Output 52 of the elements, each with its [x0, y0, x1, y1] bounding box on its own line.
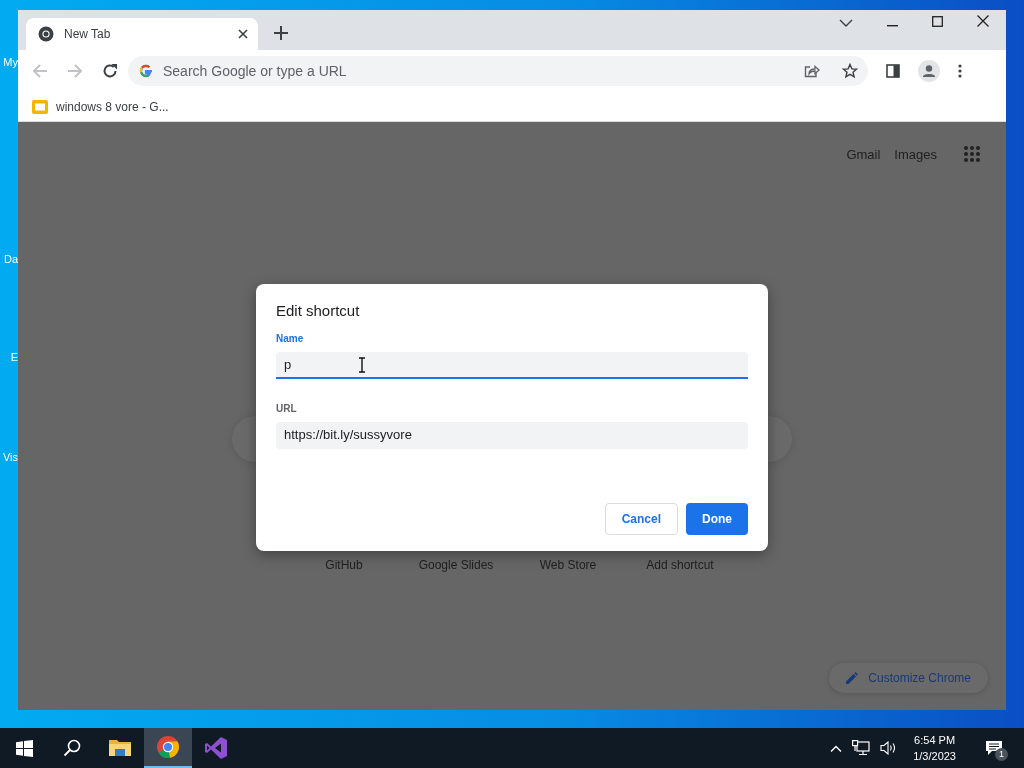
- close-icon[interactable]: [238, 29, 248, 39]
- cancel-button[interactable]: Cancel: [604, 503, 678, 535]
- text-cursor-icon: [358, 357, 366, 373]
- notification-count-badge: 1: [995, 748, 1008, 761]
- volume-icon[interactable]: [880, 741, 898, 755]
- address-bar[interactable]: Search Google or type a URL: [128, 56, 868, 86]
- field-label: URL: [276, 403, 298, 414]
- shortcut-tile-label[interactable]: Web Store: [512, 558, 624, 572]
- minimize-icon[interactable]: [887, 25, 898, 27]
- shortcut-tile-label[interactable]: Add shortcut: [624, 558, 736, 572]
- network-icon[interactable]: [852, 740, 871, 756]
- menu-icon[interactable]: [958, 64, 962, 78]
- reload-icon[interactable]: [102, 63, 118, 79]
- bookmark-item[interactable]: windows 8 vore - G...: [32, 99, 169, 114]
- text-field[interactable]: https://bit.ly/sussyvore: [276, 422, 748, 449]
- dialog-title: Edit shortcut: [276, 302, 361, 319]
- chevron-down-icon[interactable]: [839, 19, 853, 27]
- google-icon: [139, 64, 153, 78]
- text-field[interactable]: p: [276, 352, 748, 379]
- desktop-icon-label[interactable]: E: [10, 351, 18, 364]
- desktop-icon-label[interactable]: Vis: [2, 451, 18, 464]
- done-button[interactable]: Done: [686, 503, 748, 535]
- desktop-icon-label[interactable]: My: [3, 56, 18, 69]
- pencil-icon: [846, 672, 859, 684]
- taskbar-app-button[interactable]: [144, 728, 192, 768]
- profile-avatar-icon[interactable]: [918, 60, 940, 82]
- header-link[interactable]: Images: [894, 146, 937, 162]
- field-label: Name: [276, 333, 305, 344]
- maximize-icon[interactable]: [932, 16, 943, 27]
- chevron-up-icon[interactable]: [830, 744, 843, 752]
- shortcut-tile-label[interactable]: Google Slides: [400, 558, 512, 572]
- shortcut-tile-label[interactable]: GitHub: [288, 558, 400, 572]
- visual-studio-icon: [204, 736, 228, 760]
- header-link[interactable]: Gmail: [846, 146, 881, 162]
- new-tab-icon[interactable]: [274, 26, 288, 40]
- search-icon[interactable]: [63, 739, 81, 757]
- star-icon[interactable]: [842, 63, 858, 79]
- slides-icon: [32, 99, 48, 114]
- windows-start-icon[interactable]: [15, 739, 33, 757]
- chrome-icon: [38, 26, 54, 42]
- chrome-icon: [156, 735, 180, 759]
- browser-tab[interactable]: New Tab: [26, 18, 258, 50]
- share-icon[interactable]: [804, 64, 820, 78]
- address-input[interactable]: Search Google or type a URL: [161, 62, 565, 80]
- apps-grid-icon[interactable]: [963, 145, 981, 163]
- desktop-icon-label[interactable]: Da: [3, 253, 18, 266]
- clock-date[interactable]: 1/3/2023: [913, 748, 956, 764]
- customize-chrome-button[interactable]: Customize Chrome: [829, 663, 988, 693]
- notification-center-button[interactable]: 1: [974, 728, 1014, 768]
- side-panel-icon[interactable]: [886, 64, 900, 78]
- close-icon[interactable]: [977, 15, 989, 27]
- clock-time[interactable]: 6:54 PM: [914, 732, 956, 748]
